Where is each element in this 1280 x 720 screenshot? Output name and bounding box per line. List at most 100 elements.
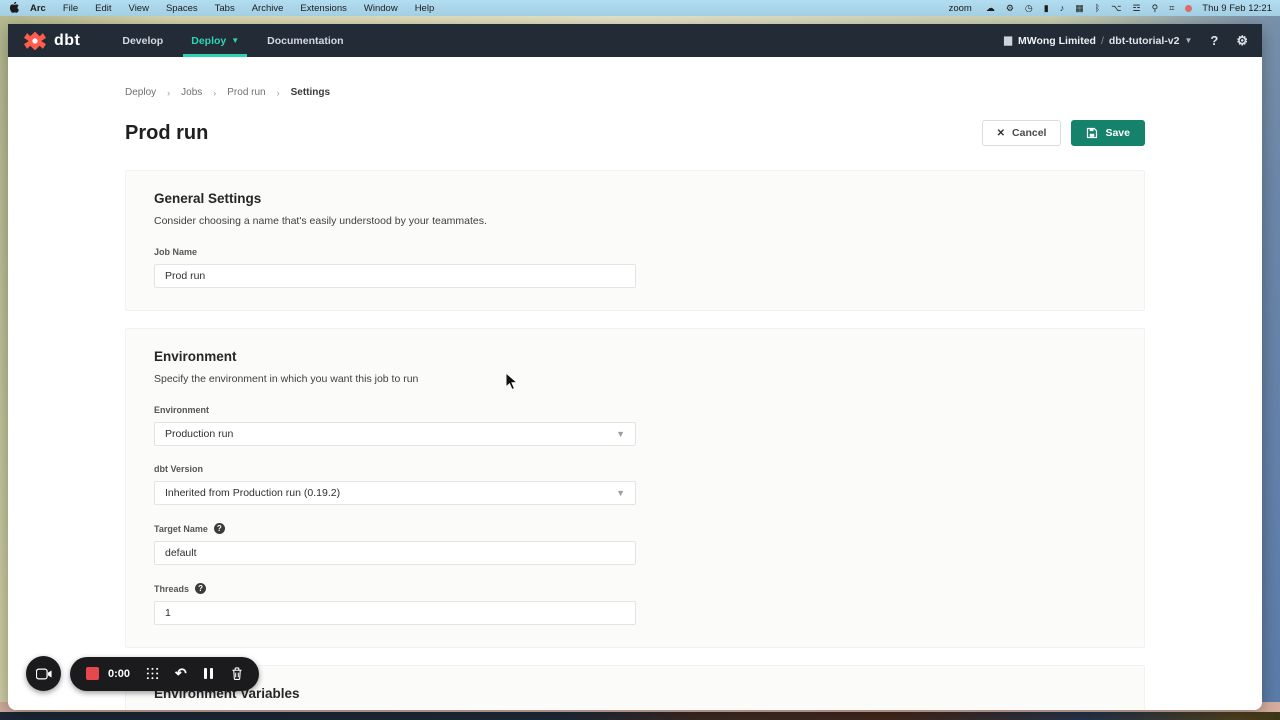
dbt-version-select[interactable]: Inherited from Production run (0.19.2) ▼ — [154, 481, 636, 505]
general-settings-title: General Settings — [154, 191, 1116, 206]
keyboard-icon[interactable]: ⌥ — [1111, 4, 1121, 13]
breadcrumb-separator: › — [277, 88, 280, 98]
environment-select-value: Production run — [165, 428, 233, 440]
menubar-item-spaces[interactable]: Spaces — [166, 3, 198, 14]
recording-indicator-dot[interactable] — [1185, 5, 1192, 12]
menubar-item-view[interactable]: View — [129, 3, 149, 14]
environment-variables-card: Environment Variables Job level override… — [125, 665, 1145, 710]
undo-restart-icon[interactable]: ↶ — [175, 665, 187, 682]
nav-link-documentation-label: Documentation — [267, 35, 343, 47]
nav-link-deploy-label: Deploy — [191, 35, 226, 47]
job-name-label: Job Name — [154, 247, 1116, 257]
dock-strip — [0, 712, 1280, 720]
page-actions: ✕ Cancel Save — [982, 120, 1145, 146]
wifi-icon[interactable]: ☲ — [1133, 4, 1141, 13]
dbt-brand-name: dbt — [54, 32, 80, 50]
folder-icon: ▆ — [1004, 35, 1012, 46]
dbt-logo[interactable]: dbt — [22, 24, 80, 57]
breadcrumb-separator: › — [167, 88, 170, 98]
menubar-item-file[interactable]: File — [63, 3, 78, 14]
environment-select-label: Environment — [154, 405, 1116, 415]
dbt-version-label: dbt Version — [154, 464, 1116, 474]
record-timer: 0:00 — [108, 668, 130, 680]
chevron-down-icon: ▼ — [616, 429, 625, 439]
menubar-item-window[interactable]: Window — [364, 3, 398, 14]
nav-link-documentation[interactable]: Documentation — [253, 24, 357, 57]
breadcrumb: Deploy › Jobs › Prod run › Settings — [125, 87, 1145, 98]
menubar-item-help[interactable]: Help — [415, 3, 435, 14]
account-name: MWong Limited — [1018, 35, 1096, 47]
cancel-button-label: Cancel — [1012, 127, 1046, 139]
display-icon[interactable]: ⌗ — [1169, 4, 1174, 13]
chevron-down-icon: ▼ — [1184, 36, 1192, 45]
breadcrumb-jobs[interactable]: Jobs — [181, 87, 202, 98]
save-icon — [1086, 127, 1098, 139]
dbt-navbar: dbt Develop Deploy ▼ Documentation ▆ MWo… — [8, 24, 1262, 57]
battery-icon[interactable]: ▮ — [1044, 4, 1049, 13]
stop-record-button[interactable] — [86, 667, 99, 680]
breadcrumb-settings: Settings — [291, 87, 330, 98]
environment-title: Environment — [154, 349, 1116, 364]
target-name-label: Target Name — [154, 524, 208, 534]
apple-menu-icon[interactable] — [10, 2, 20, 14]
save-button[interactable]: Save — [1071, 120, 1145, 146]
account-project-switcher[interactable]: ▆ MWong Limited / dbt-tutorial-v2 ▼ — [1004, 35, 1192, 47]
environment-variables-title: Environment Variables — [154, 686, 1116, 701]
chevron-down-icon: ▼ — [231, 36, 239, 45]
nav-link-deploy[interactable]: Deploy ▼ — [177, 24, 253, 57]
cloud-icon[interactable]: ☁ — [986, 4, 995, 13]
clock-icon[interactable]: ◷ — [1025, 4, 1033, 13]
video-camera-icon — [36, 668, 52, 680]
dbt-logo-icon — [22, 30, 48, 52]
nav-link-develop-label: Develop — [122, 35, 163, 47]
camera-button[interactable] — [26, 656, 61, 691]
general-settings-card: General Settings Consider choosing a nam… — [125, 170, 1145, 311]
nav-links: Develop Deploy ▼ Documentation — [108, 24, 357, 57]
mouse-cursor — [505, 372, 519, 397]
zoom-status-item[interactable]: zoom — [949, 3, 972, 14]
drag-handle-icon[interactable] — [146, 667, 159, 680]
save-button-label: Save — [1105, 127, 1130, 139]
help-icon[interactable]: ? — [1210, 33, 1218, 48]
nav-link-develop[interactable]: Develop — [108, 24, 177, 57]
page-content: Deploy › Jobs › Prod run › Settings Prod… — [8, 57, 1262, 710]
breadcrumb-deploy[interactable]: Deploy — [125, 87, 156, 98]
threads-input[interactable] — [154, 601, 636, 625]
menubar-item-tabs[interactable]: Tabs — [215, 3, 235, 14]
page-title: Prod run — [125, 122, 208, 145]
screen-recorder-toolbar: 0:00 ↶ — [26, 656, 259, 691]
calendar-icon[interactable]: ▦ — [1075, 4, 1084, 13]
search-icon[interactable]: ⚲ — [1152, 4, 1159, 13]
macos-menubar: Arc File Edit View Spaces Tabs Archive E… — [0, 0, 1280, 16]
threads-label: Threads — [154, 584, 189, 594]
menubar-clock[interactable]: Thu 9 Feb 12:21 — [1202, 3, 1272, 14]
volume-icon[interactable]: ♪ — [1060, 4, 1065, 13]
target-name-input[interactable] — [154, 541, 636, 565]
environment-card: Environment Specify the environment in w… — [125, 328, 1145, 648]
bluetooth-icon[interactable]: ᛒ — [1095, 4, 1100, 13]
target-name-help-icon[interactable]: ? — [214, 523, 225, 534]
recorder-controls-pill: 0:00 ↶ — [70, 657, 259, 691]
menubar-item-arc[interactable]: Arc — [30, 3, 46, 14]
project-name: dbt-tutorial-v2 — [1109, 35, 1180, 47]
menubar-item-archive[interactable]: Archive — [252, 3, 284, 14]
gear-icon[interactable]: ⚙ — [1006, 4, 1014, 13]
cancel-button[interactable]: ✕ Cancel — [982, 120, 1062, 146]
close-icon: ✕ — [997, 128, 1005, 139]
environment-description: Specify the environment in which you wan… — [154, 373, 1116, 385]
environment-select[interactable]: Production run ▼ — [154, 422, 636, 446]
general-settings-description: Consider choosing a name that's easily u… — [154, 215, 1116, 227]
chevron-down-icon: ▼ — [616, 488, 625, 498]
nav-spacer — [358, 24, 1005, 57]
pause-icon[interactable] — [203, 668, 215, 679]
settings-gear-icon[interactable]: ⚙ — [1236, 33, 1248, 49]
breadcrumb-prod-run[interactable]: Prod run — [227, 87, 265, 98]
menubar-item-extensions[interactable]: Extensions — [300, 3, 346, 14]
breadcrumb-separator: › — [213, 88, 216, 98]
menubar-item-edit[interactable]: Edit — [95, 3, 111, 14]
dbt-version-select-value: Inherited from Production run (0.19.2) — [165, 487, 340, 499]
nav-right: ▆ MWong Limited / dbt-tutorial-v2 ▼ ? ⚙ — [1004, 24, 1262, 57]
threads-help-icon[interactable]: ? — [195, 583, 206, 594]
job-name-input[interactable] — [154, 264, 636, 288]
trash-icon[interactable] — [231, 667, 243, 680]
